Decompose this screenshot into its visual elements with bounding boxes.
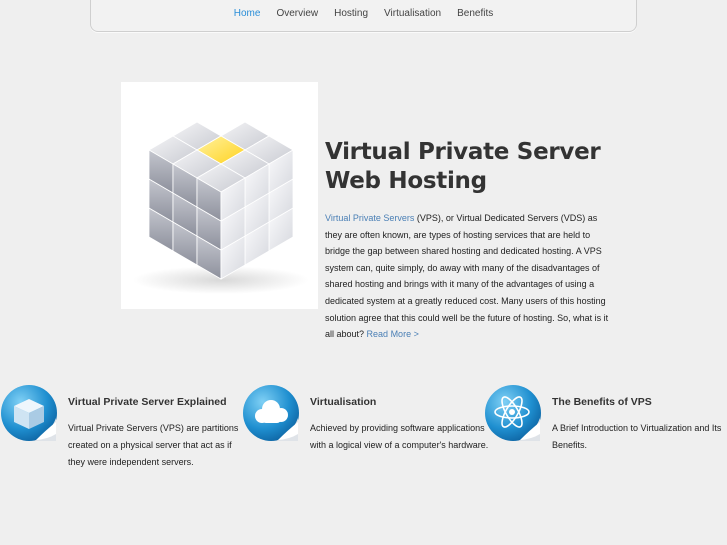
cloud-icon[interactable]	[242, 384, 300, 442]
feature-title[interactable]: Virtualisation	[310, 396, 376, 408]
atom-icon[interactable]	[484, 384, 542, 442]
cube-icon	[133, 121, 309, 294]
page-title: Virtual Private Server Web Hosting	[325, 138, 625, 196]
feature-text: Virtual Private Servers (VPS) are partit…	[68, 423, 239, 467]
read-more-link[interactable]: Read More >	[367, 329, 419, 339]
nav-item-overview[interactable]: Overview	[276, 8, 318, 19]
hero-image	[121, 82, 318, 309]
nav-menu: Home Overview Hosting Virtualisation Ben…	[91, 8, 636, 19]
nav-item-hosting[interactable]: Hosting	[334, 8, 368, 19]
top-navigation: Home Overview Hosting Virtualisation Ben…	[90, 0, 637, 32]
feature-title[interactable]: Virtual Private Server Explained	[68, 396, 227, 408]
title-line-1: Virtual Private Server	[325, 139, 601, 165]
intro-paragraph: Virtual Private Servers (VPS), or Virtua…	[325, 210, 610, 343]
nav-item-home[interactable]: Home	[234, 8, 261, 19]
nav-item-virtualisation[interactable]: Virtualisation	[384, 8, 441, 19]
intro-text: (VPS), or Virtual Dedicated Servers (VDS…	[325, 213, 609, 340]
feature-text: A Brief Introduction to Virtualization a…	[552, 423, 722, 450]
box-icon[interactable]	[0, 384, 58, 442]
nav-item-benefits[interactable]: Benefits	[457, 8, 493, 19]
feature-text: Achieved by providing software applicati…	[310, 423, 489, 450]
title-line-2: Web Hosting	[325, 168, 487, 194]
feature-title[interactable]: The Benefits of VPS	[552, 396, 652, 408]
vps-link[interactable]: Virtual Private Servers	[325, 213, 414, 223]
